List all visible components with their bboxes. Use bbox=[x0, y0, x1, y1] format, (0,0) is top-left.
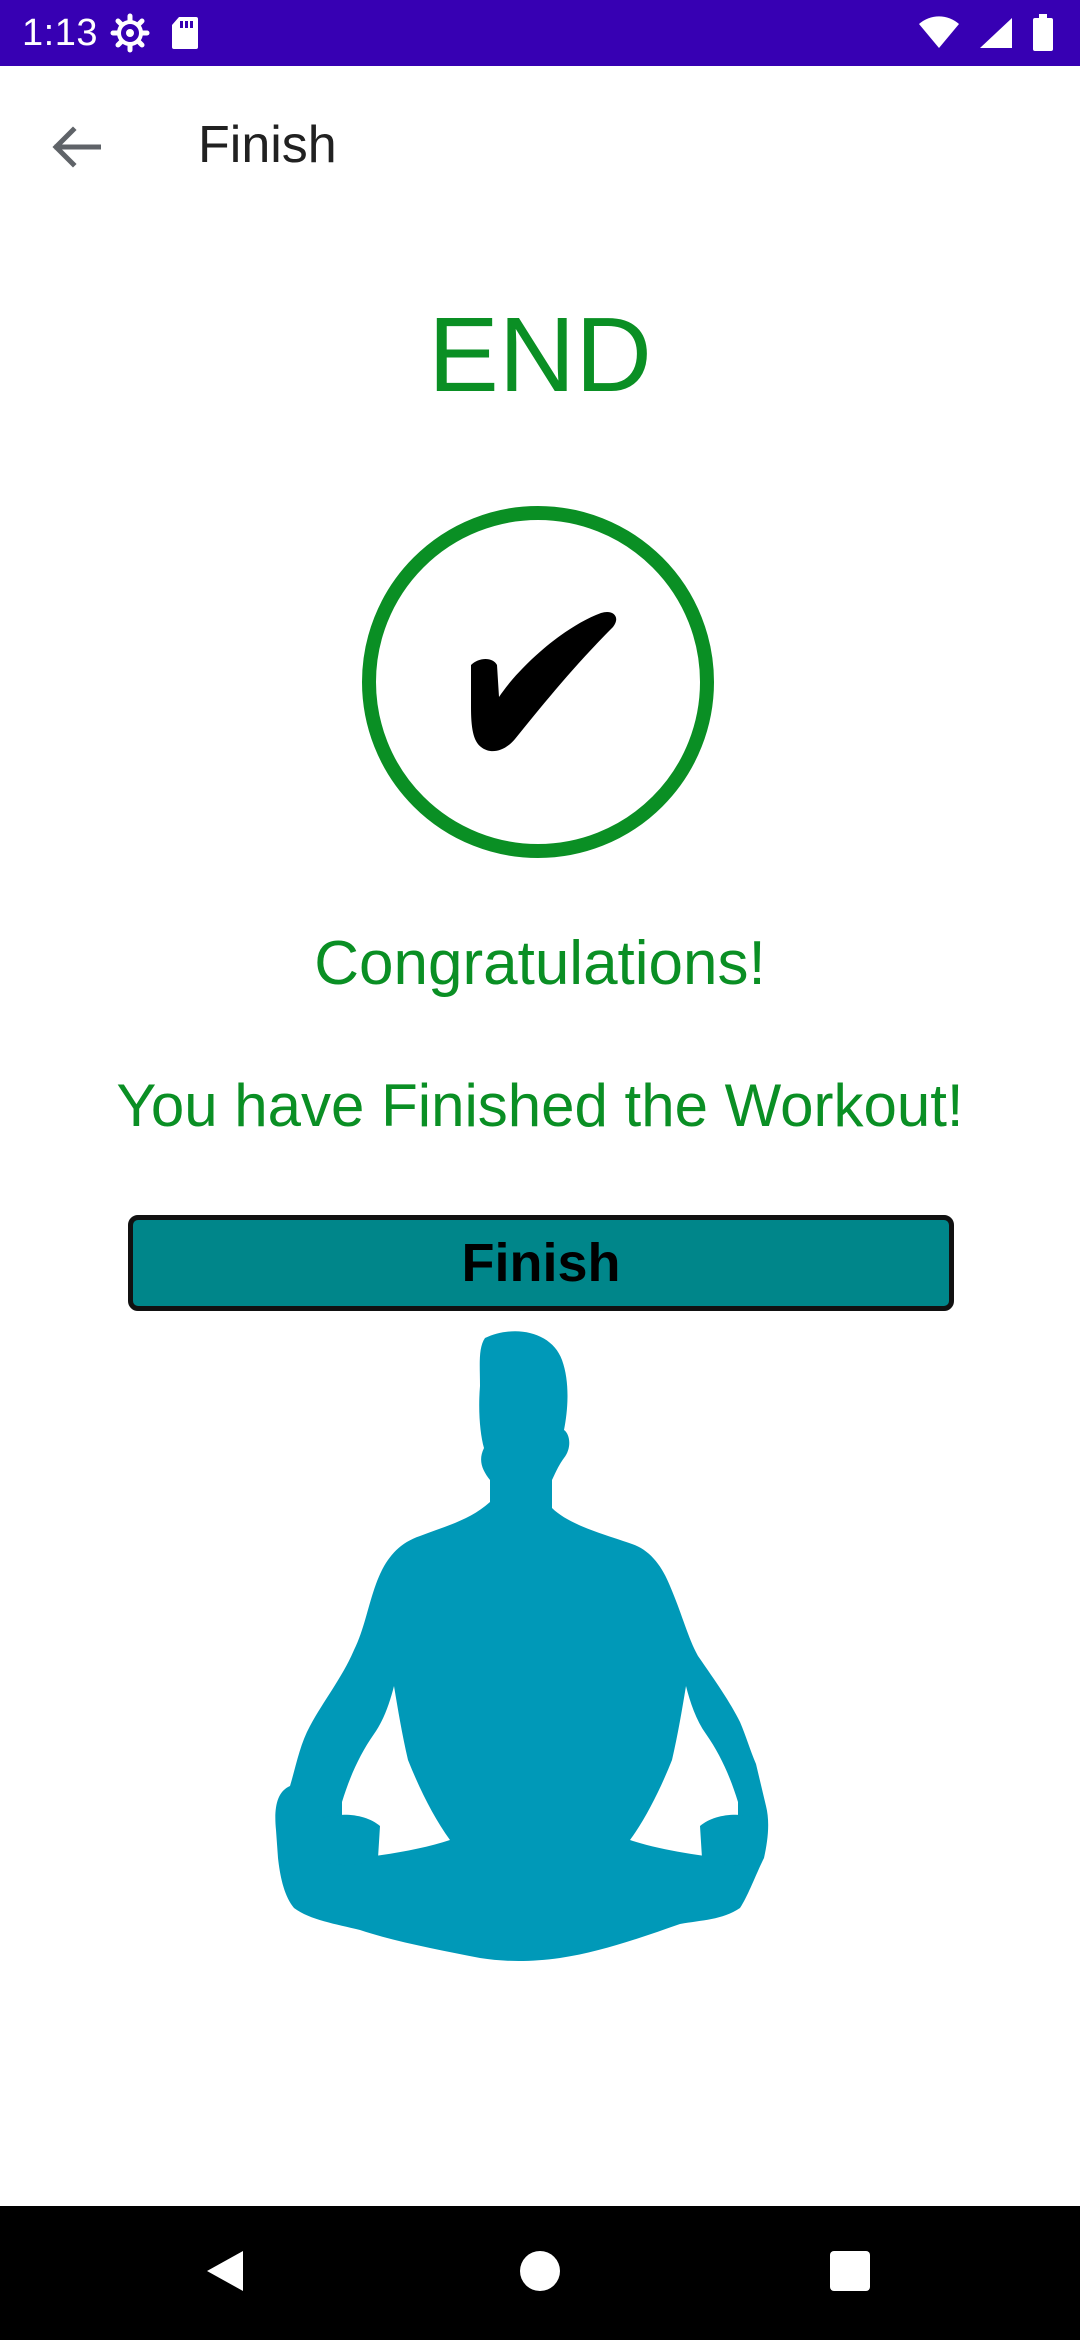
nav-back-icon bbox=[203, 2247, 247, 2300]
app-bar: Finish bbox=[0, 66, 1080, 224]
battery-icon bbox=[1032, 14, 1054, 52]
nav-recents-button[interactable] bbox=[783, 2206, 917, 2340]
back-button[interactable] bbox=[36, 109, 116, 189]
finished-message: You have Finished the Workout! bbox=[116, 1072, 964, 1139]
finish-screen: 1:13 Finish END Congratulations! You hav… bbox=[0, 0, 1080, 2340]
nav-recents-icon bbox=[829, 2250, 871, 2297]
page-title: Finish bbox=[198, 116, 337, 174]
nav-home-icon bbox=[518, 2249, 562, 2298]
sd-card-icon bbox=[170, 15, 200, 51]
end-heading: END bbox=[428, 296, 652, 414]
status-right-icons bbox=[918, 13, 1054, 53]
nav-back-button[interactable] bbox=[158, 2206, 292, 2340]
status-time: 1:13 bbox=[22, 12, 98, 54]
meditation-pose-icon bbox=[270, 1330, 810, 1970]
status-bar: 1:13 bbox=[0, 0, 1080, 66]
cell-signal-icon bbox=[978, 16, 1014, 50]
navigation-bar bbox=[0, 2206, 1080, 2340]
checkmark-icon bbox=[471, 611, 617, 752]
nav-home-button[interactable] bbox=[473, 2206, 607, 2340]
checkmark-circle-icon bbox=[362, 506, 714, 858]
congrats-text: Congratulations! bbox=[314, 929, 766, 998]
status-left-icons bbox=[110, 13, 200, 53]
settings-gear-icon bbox=[110, 13, 150, 53]
arrow-back-icon bbox=[51, 125, 102, 173]
finish-button[interactable]: Finish bbox=[128, 1215, 954, 1311]
wifi-icon bbox=[918, 16, 960, 50]
